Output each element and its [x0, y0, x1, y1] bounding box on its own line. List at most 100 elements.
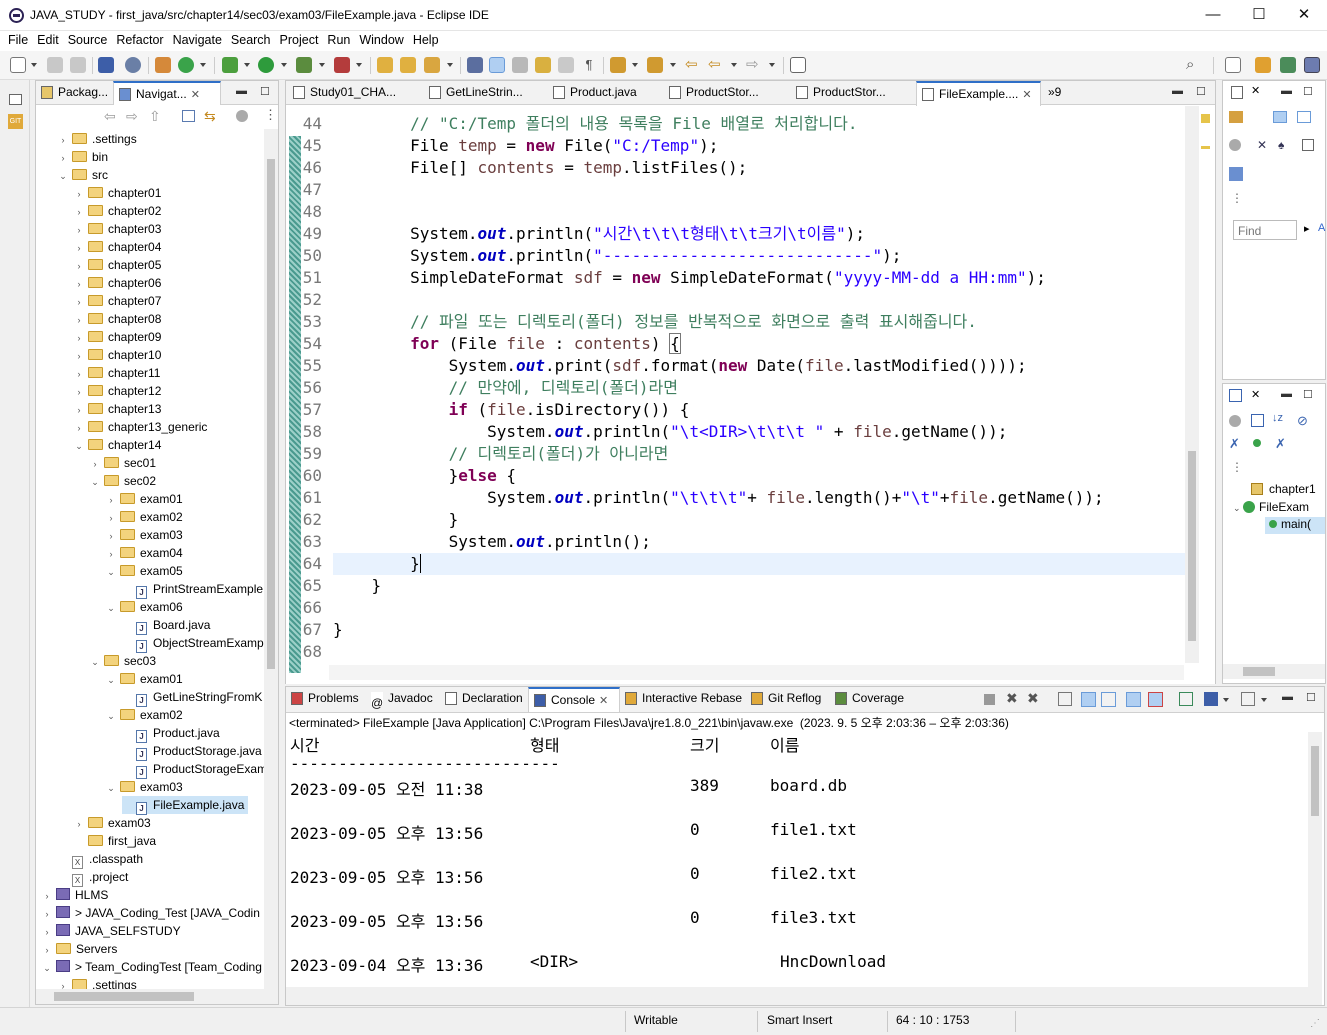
- tree-item[interactable]: ⌄ sec03: [90, 652, 156, 670]
- java-ee-perspective-icon[interactable]: [1255, 57, 1271, 73]
- tree-item[interactable]: › chapter13: [74, 400, 162, 418]
- tree-item[interactable]: X .project: [58, 868, 128, 887]
- clear-console-icon[interactable]: [1058, 692, 1072, 706]
- tree-vscrollbar[interactable]: [264, 129, 278, 989]
- collapsed-icon[interactable]: ›: [106, 491, 116, 509]
- expanded-icon[interactable]: ⌄: [90, 473, 100, 491]
- collapsed-icon[interactable]: ›: [42, 905, 52, 923]
- pin-console-icon[interactable]: [1179, 692, 1193, 706]
- console-hscrollbar[interactable]: [286, 987, 1322, 1005]
- tree-item[interactable]: ⌄ sec02: [90, 472, 156, 490]
- maximize-icon[interactable]: ☐: [1306, 691, 1316, 704]
- menu-source[interactable]: Source: [60, 31, 108, 47]
- word-wrap-icon[interactable]: [558, 57, 574, 73]
- tree-item[interactable]: › Servers: [42, 940, 118, 959]
- close-icon[interactable]: ✕: [1022, 89, 1031, 101]
- collapsed-icon[interactable]: ›: [90, 455, 100, 473]
- minimize-button[interactable]: —: [1190, 0, 1236, 31]
- tree-item[interactable]: J Board.java: [122, 616, 210, 635]
- expanded-icon[interactable]: ⌄: [106, 563, 116, 581]
- save-icon[interactable]: [47, 57, 63, 73]
- menu-refactor[interactable]: Refactor: [108, 31, 163, 47]
- menu-edit[interactable]: Edit: [29, 31, 59, 47]
- outline-hscrollbar[interactable]: [1223, 664, 1325, 679]
- tree-item[interactable]: J FileExample.java: [122, 796, 249, 815]
- tab-navigator[interactable]: Navigat... ✕: [113, 81, 221, 106]
- code-area[interactable]: 44 45 46 47 48 49 50 51 52 53 54 55 56 57 58 59 60 61 62 63…: [286, 106, 1215, 684]
- maximize-icon[interactable]: ☐: [1196, 85, 1206, 98]
- highlight-icon[interactable]: [489, 57, 505, 73]
- tab-problems[interactable]: Problems: [286, 687, 366, 711]
- maximize-button[interactable]: ☐: [1236, 0, 1282, 31]
- collapsed-icon[interactable]: ›: [74, 815, 84, 833]
- tree-item[interactable]: › > JAVA_Coding_Test [JAVA_Codin: [42, 904, 260, 922]
- collapsed-icon[interactable]: ›: [106, 509, 116, 527]
- skip-breakpoints-icon[interactable]: [125, 57, 141, 73]
- collapsed-icon[interactable]: ›: [42, 923, 52, 941]
- tree-item[interactable]: ⌄ src: [58, 166, 108, 184]
- link-editor-icon[interactable]: ⇆: [204, 108, 216, 125]
- tree-item[interactable]: › chapter09: [74, 328, 162, 347]
- scroll-lock-icon[interactable]: [1081, 692, 1096, 707]
- java-perspective-icon[interactable]: [1304, 57, 1320, 73]
- terminate-icon[interactable]: [984, 694, 995, 705]
- menu-help[interactable]: Help: [405, 31, 439, 47]
- collapsed-icon[interactable]: ›: [42, 941, 52, 959]
- tree-item[interactable]: › chapter05: [74, 256, 162, 274]
- tab-console[interactable]: Console ✕: [528, 687, 620, 712]
- categorize-icon[interactable]: [1273, 111, 1287, 123]
- collapsed-icon[interactable]: ›: [74, 239, 84, 257]
- open-type-icon[interactable]: [377, 57, 393, 73]
- tab-getlinestring[interactable]: GetLineStrin...: [424, 81, 542, 105]
- minimize-icon[interactable]: ▬: [1172, 85, 1183, 97]
- collapsed-icon[interactable]: ›: [74, 185, 84, 203]
- task-list-icon[interactable]: [1231, 86, 1243, 99]
- tree-item[interactable]: › JAVA_SELFSTUDY: [42, 922, 181, 940]
- show-on-stderr-icon[interactable]: [1148, 692, 1163, 707]
- forward-icon[interactable]: ⇨: [126, 108, 138, 125]
- terminal-icon[interactable]: [98, 57, 114, 73]
- collapsed-icon[interactable]: ›: [74, 329, 84, 347]
- tree-item[interactable]: › chapter08: [74, 310, 162, 328]
- tree-item[interactable]: J Product.java: [122, 724, 220, 743]
- git-icon[interactable]: GIT: [8, 114, 23, 129]
- minimize-icon[interactable]: ▬: [236, 85, 247, 97]
- tree-item[interactable]: › exam03: [106, 526, 183, 544]
- outline-item-main[interactable]: main(: [1265, 517, 1325, 534]
- hide-static-icon[interactable]: ✗: [1229, 436, 1240, 452]
- refresh-icon[interactable]: [178, 57, 194, 73]
- find-options-icon[interactable]: ▸: [1304, 222, 1310, 235]
- outline-item-class[interactable]: ⌄ FileExam: [1233, 500, 1325, 514]
- menu-project[interactable]: Project: [272, 31, 319, 47]
- maximize-icon[interactable]: ☐: [260, 85, 270, 98]
- build-icon[interactable]: [155, 57, 171, 73]
- collapse-icon[interactable]: [1302, 139, 1314, 151]
- outline-icon[interactable]: [1229, 389, 1242, 402]
- tab-productstorage-2[interactable]: ProductStor...: [791, 81, 913, 105]
- tree-item[interactable]: › chapter03: [74, 220, 162, 238]
- expanded-icon[interactable]: ⌄: [106, 779, 116, 797]
- external-tools-icon[interactable]: [334, 57, 350, 73]
- maximize-icon[interactable]: ☐: [1303, 388, 1313, 401]
- tree-item[interactable]: › exam04: [106, 544, 183, 562]
- tree-item[interactable]: › chapter02: [74, 202, 162, 220]
- word-wrap-icon[interactable]: [1101, 692, 1116, 707]
- tree-item[interactable]: X .classpath: [58, 850, 143, 869]
- new-icon[interactable]: [10, 57, 26, 73]
- tree-item[interactable]: › chapter12: [74, 382, 162, 400]
- tree-item[interactable]: J ProductStorageExam: [122, 760, 264, 779]
- expanded-icon[interactable]: ⌄: [42, 959, 52, 977]
- collapsed-icon[interactable]: ›: [74, 419, 84, 437]
- back-icon[interactable]: ⇦: [104, 108, 116, 125]
- remove-all-icon[interactable]: ✖: [1027, 690, 1039, 707]
- connect-icon[interactable]: [1229, 167, 1243, 181]
- run-icon[interactable]: [258, 57, 274, 73]
- open-task-icon[interactable]: [400, 57, 416, 73]
- expanded-icon[interactable]: ⌄: [106, 599, 116, 617]
- tree-item[interactable]: › chapter13_generic: [74, 418, 208, 437]
- collapsed-icon[interactable]: ›: [74, 347, 84, 365]
- tree-item[interactable]: › bin: [58, 148, 109, 167]
- expanded-icon[interactable]: ⌄: [74, 437, 84, 455]
- collapsed-icon[interactable]: ›: [58, 149, 68, 167]
- collapsed-icon[interactable]: ›: [106, 527, 116, 545]
